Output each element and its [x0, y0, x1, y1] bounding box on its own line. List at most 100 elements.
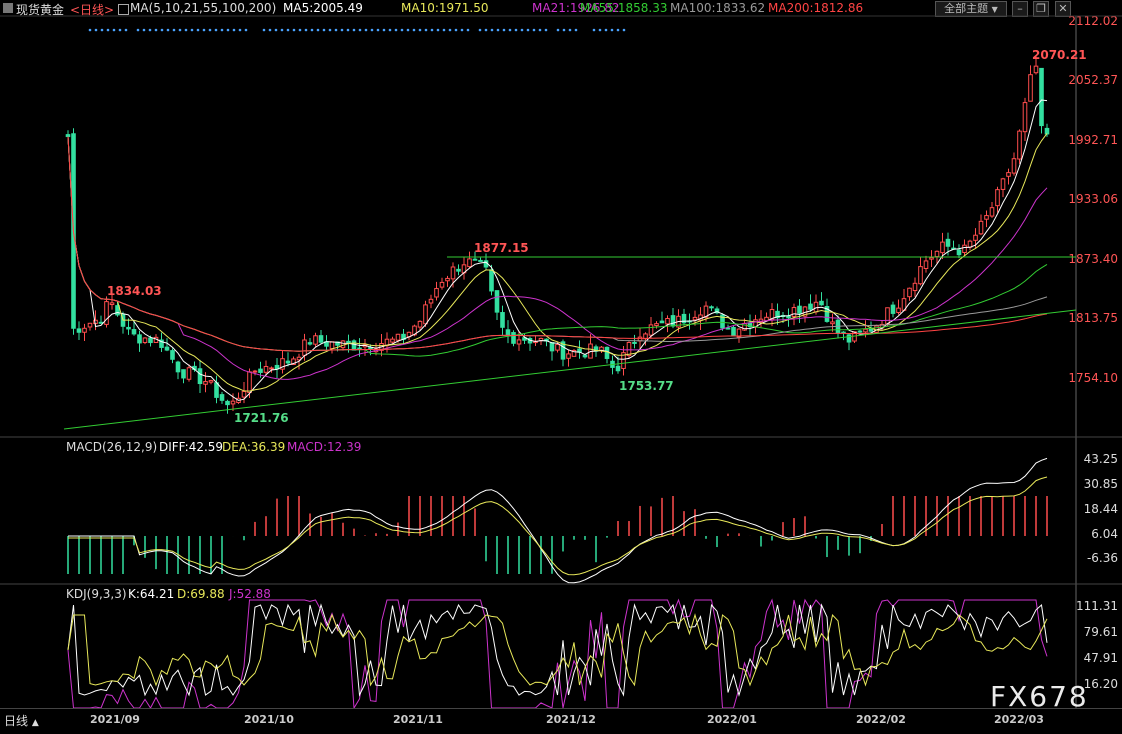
candle-body: [890, 304, 896, 314]
candle-body: [863, 328, 868, 333]
event-dot: [118, 28, 122, 32]
candle-body: [984, 215, 989, 220]
candle-body: [230, 400, 236, 405]
x-tick: 2021/10: [244, 713, 294, 726]
event-dot: [520, 28, 524, 32]
candle-body: [857, 330, 863, 333]
candle-body: [186, 367, 192, 380]
x-tick: 2021/11: [393, 713, 443, 726]
macd-diff: DIFF:42.59: [159, 440, 224, 454]
period-tab[interactable]: 日线 ▲: [4, 712, 39, 729]
macd-tick: 18.44: [1083, 502, 1118, 516]
kdj-j: J:52.88: [229, 587, 271, 601]
annotation-low-dec: 1753.77: [619, 379, 674, 393]
event-dot: [382, 28, 386, 32]
candle-body: [131, 329, 137, 335]
candle-body: [87, 322, 93, 328]
event-dot: [244, 28, 248, 32]
candle-body: [885, 307, 890, 325]
event-dot: [238, 28, 242, 32]
event-dot: [304, 28, 308, 32]
event-dot: [100, 28, 104, 32]
candle-body: [654, 323, 659, 327]
candle-body: [615, 365, 621, 372]
candle-body: [450, 266, 456, 280]
event-dot: [232, 28, 236, 32]
event-dot: [556, 28, 560, 32]
candle-body: [813, 301, 819, 313]
candle-body: [978, 220, 984, 235]
candle-body: [252, 370, 258, 373]
candle-body: [258, 368, 263, 373]
candle-body: [181, 369, 186, 379]
candle-body: [214, 382, 219, 398]
candle-body: [1000, 178, 1006, 190]
event-dot: [292, 28, 296, 32]
candle-body: [868, 328, 874, 332]
candle-body: [907, 287, 912, 298]
candle-body: [659, 320, 665, 324]
candle-body: [731, 326, 736, 336]
candle-body: [830, 321, 835, 325]
event-dot: [418, 28, 422, 32]
candle-body: [313, 335, 318, 345]
price-chart[interactable]: [0, 0, 1122, 733]
candle-body: [65, 134, 71, 138]
event-dot: [328, 28, 332, 32]
candle-body: [225, 400, 230, 406]
event-dot: [538, 28, 542, 32]
macd-tick: -6.36: [1086, 551, 1118, 565]
event-dot: [610, 28, 614, 32]
x-tick: 2022/02: [856, 713, 906, 726]
kdj-k: K:64.21: [128, 587, 175, 601]
event-dot: [490, 28, 494, 32]
ma200-line: [67, 136, 1048, 352]
candle-body: [670, 315, 676, 327]
candle-body: [632, 341, 637, 344]
candle-body: [929, 257, 934, 260]
event-dot: [526, 28, 530, 32]
candle-body: [797, 305, 802, 314]
candle-body: [98, 321, 104, 324]
candle-body: [1011, 158, 1017, 174]
kdj-tick: 79.61: [1083, 625, 1118, 639]
event-dot: [286, 28, 290, 32]
event-dot: [268, 28, 272, 32]
event-dot: [376, 28, 380, 32]
candle-body: [329, 341, 335, 350]
event-dot: [226, 28, 230, 32]
candle-body: [208, 380, 214, 383]
candle-body: [896, 307, 901, 313]
candle-body: [566, 353, 571, 359]
candle-body: [956, 249, 962, 256]
watermark-logo: FX678: [990, 680, 1089, 713]
candle-body: [109, 302, 115, 305]
kdj-tick: 111.31: [1076, 599, 1118, 613]
candle-body: [1039, 67, 1044, 127]
kdj-k-line: [67, 603, 1048, 697]
candle-body: [307, 342, 313, 345]
event-dot: [532, 28, 536, 32]
event-dot: [358, 28, 362, 32]
candle-body: [390, 338, 395, 343]
candle-body: [428, 298, 434, 304]
event-dot: [298, 28, 302, 32]
event-dot: [400, 28, 404, 32]
event-dot: [412, 28, 416, 32]
candle-body: [808, 303, 813, 310]
macd-macd: MACD:12.39: [287, 440, 362, 454]
candle-body: [648, 324, 654, 336]
candle-body: [417, 320, 423, 328]
candle-body: [263, 366, 269, 373]
event-dot: [94, 28, 98, 32]
x-tick: 2021/09: [90, 713, 140, 726]
candle-body: [241, 391, 247, 398]
candle-body: [494, 290, 500, 313]
event-dot: [172, 28, 176, 32]
annotation-high-nov: 1877.15: [474, 241, 529, 255]
event-dot: [334, 28, 338, 32]
candle-body: [989, 207, 995, 217]
event-dot: [322, 28, 326, 32]
candle-body: [76, 328, 82, 333]
event-dot: [166, 28, 170, 32]
